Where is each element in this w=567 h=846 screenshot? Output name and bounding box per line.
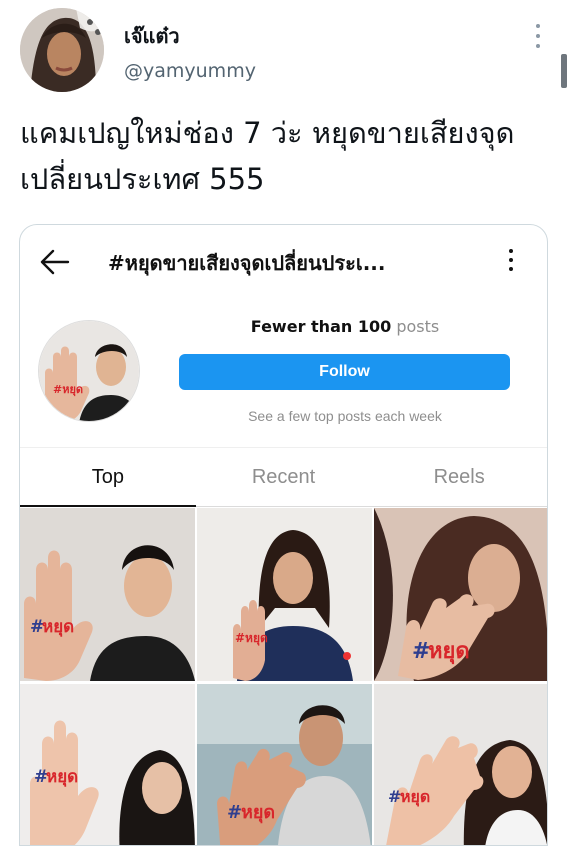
posts-count-value: Fewer than 100 [250,317,392,336]
more-options-icon[interactable] [533,24,543,48]
tweet-text: แคมเปญใหม่ช่อง 7 ว่ะ หยุดขายเสียงจุดเปลี… [20,116,515,196]
post-thumbnail[interactable]: # หยุด [374,684,547,845]
top-posts-note: See a few top posts each week [248,408,442,424]
tab-bar: Top Recent Reels [20,447,547,507]
post-thumbnail[interactable]: # หยุด [20,508,195,681]
posts-grid: # หยุด #หยุด # หยุด # หยุด # หยุด # หยุด [20,508,547,845]
user-handle[interactable]: @yamyummy [124,60,256,82]
svg-text:#หยุด: #หยุด [235,631,268,646]
hashtag-profile-image: #หยุด [38,320,140,422]
tab-top[interactable]: Top [20,448,196,507]
svg-text:#: # [227,802,242,823]
posts-count-label: posts [396,317,440,336]
hashtag-title: #หยุดขายเสียงจุดเปลี่ยนประเ... [108,251,386,275]
avatar[interactable] [20,8,104,92]
posts-count: Fewer than 100 posts [180,317,510,336]
svg-text:#หยุด: #หยุด [53,383,83,397]
instagram-top-bar: #หยุดขายเสียงจุดเปลี่ยนประเ... [20,225,547,299]
tweet-header: เจ๊แต๋ว @yamyummy [0,0,567,100]
svg-text:หยุด: หยุด [46,767,78,787]
svg-text:หยุด: หยุด [428,639,470,665]
embedded-image-card[interactable]: #หยุดขายเสียงจุดเปลี่ยนประเ... #หยุด Few… [19,224,548,846]
tab-reels[interactable]: Reels [371,448,547,506]
more-vertical-icon[interactable] [509,249,515,271]
post-thumbnail[interactable]: #หยุด [197,508,372,681]
svg-text:หยุด: หยุด [241,802,275,824]
svg-text:หยุด: หยุด [400,787,430,807]
post-thumbnail[interactable]: # หยุด [197,684,372,845]
post-thumbnail[interactable]: # หยุด [374,508,547,681]
back-arrow-icon[interactable] [38,247,72,277]
display-name[interactable]: เจ๊แต๋ว [124,20,180,52]
tab-recent[interactable]: Recent [196,448,372,506]
svg-text:หยุด: หยุด [42,617,74,637]
post-thumbnail[interactable]: # หยุด [20,684,195,845]
follow-button[interactable]: Follow [179,354,510,390]
scrollbar-thumb[interactable] [561,54,567,88]
